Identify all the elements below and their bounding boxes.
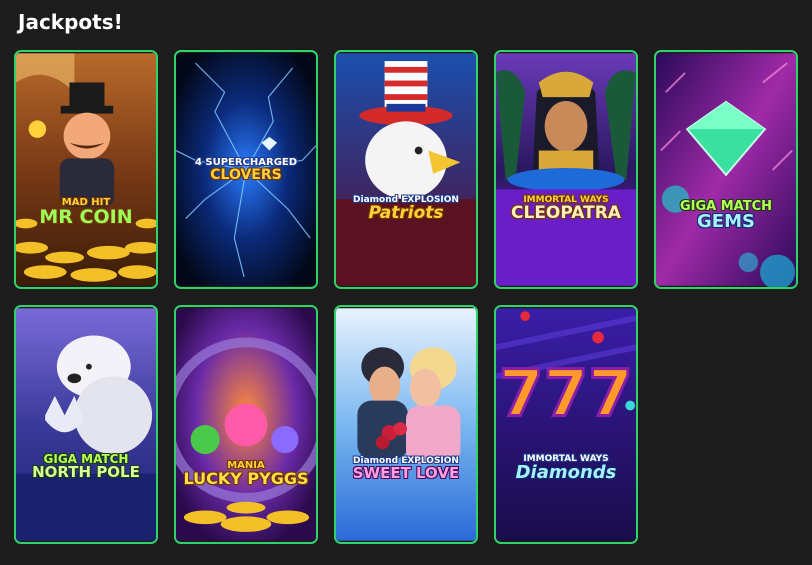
game-logo-line2: GEMS — [697, 211, 755, 232]
game-logo-line2: LUCKY PYGGS — [183, 469, 309, 488]
lucky-pyggs-artwork — [176, 308, 316, 541]
game-logo-line2: Diamonds — [515, 462, 617, 483]
game-card-immortal-ways-diamonds[interactable]: 777 IMMORTAL WAYS Diamonds — [494, 305, 638, 544]
diamonds-777-artwork: 777 — [496, 308, 636, 541]
svg-text:777: 777 — [499, 356, 633, 431]
game-logo-line2: CLEOPATRA — [511, 203, 621, 223]
game-logo-line2: Patriots — [368, 203, 444, 223]
game-card-diamond-explosion-patriots[interactable]: Diamond EXPLOSION Patriots — [334, 50, 478, 289]
game-card-immortal-ways-cleopatra[interactable]: IMMORTAL WAYS CLEOPATRA — [494, 50, 638, 289]
mr-coin-artwork — [16, 53, 156, 286]
game-card-giga-match-north-pole[interactable]: GIGA MATCH NORTH POLE — [14, 305, 158, 544]
game-logo-line2: CLOVERS — [210, 167, 282, 183]
game-logo-line2: SWEET LOVE — [352, 464, 460, 482]
game-card-giga-match-gems[interactable]: GIGA MATCH GEMS — [654, 50, 798, 289]
game-card-mad-hit-mr-coin[interactable]: MAD HIT MR COIN — [14, 50, 158, 289]
north-pole-artwork — [16, 308, 156, 541]
game-logo-line2: NORTH POLE — [32, 463, 140, 481]
cleopatra-artwork — [496, 53, 636, 286]
jackpot-games-grid: MAD HIT MR COIN 4 SUPERCHARGED CLOVERS D… — [0, 0, 812, 565]
giga-match-gems-artwork — [656, 53, 796, 287]
game-card-4-supercharged-clovers[interactable]: 4 SUPERCHARGED CLOVERS — [174, 50, 318, 289]
game-card-diamond-explosion-sweet-love[interactable]: Diamond EXPLOSION SWEET LOVE — [334, 305, 478, 544]
sweet-love-artwork — [336, 308, 476, 541]
game-logo-line2: MR COIN — [39, 206, 133, 228]
game-card-mania-lucky-pyggs[interactable]: MANIA LUCKY PYGGS — [174, 305, 318, 544]
patriots-artwork — [336, 53, 476, 286]
